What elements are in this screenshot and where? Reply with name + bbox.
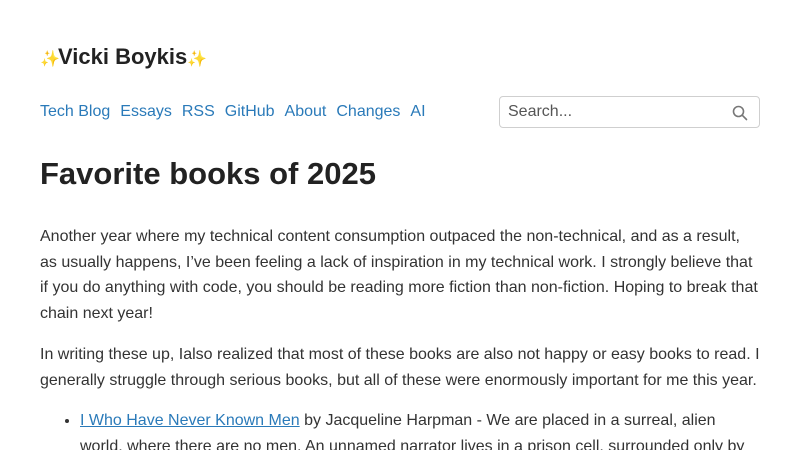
site-title-text[interactable]: Vicki Boykis [58,44,187,69]
search-box [499,96,760,128]
nav-link-rss[interactable]: RSS [182,102,215,122]
page-title: Favorite books of 2025 [40,156,376,191]
post-content: Another year where my technical content … [40,224,760,450]
book-title-link[interactable]: I Who Have Never Known Men [80,412,300,429]
list-item: I Who Have Never Known Men by Jacqueline… [80,408,760,450]
nav-link-about[interactable]: About [285,102,327,122]
post-paragraph: Another year where my technical content … [40,228,758,323]
main-nav: Tech Blog Essays RSS GitHub About Change… [40,102,426,122]
book-list: I Who Have Never Known Men by Jacqueline… [40,408,760,450]
sparkle-icon: ✨ [187,51,208,68]
nav-link-ai[interactable]: AI [410,102,425,122]
site-title[interactable]: ✨Vicki Boykis✨ [40,43,208,74]
sparkle-icon: ✨ [40,51,60,68]
page: ✨Vicki Boykis✨ Tech Blog Essays RSS GitH… [0,0,800,450]
nav-link-changes[interactable]: Changes [336,102,400,122]
nav-link-tech-blog[interactable]: Tech Blog [40,102,110,122]
search-input[interactable] [500,97,722,127]
nav-link-essays[interactable]: Essays [120,102,172,122]
post-paragraph: In writing these up, Ialso realized that… [40,345,760,389]
nav-link-github[interactable]: GitHub [225,102,275,122]
search-icon[interactable] [731,104,749,122]
